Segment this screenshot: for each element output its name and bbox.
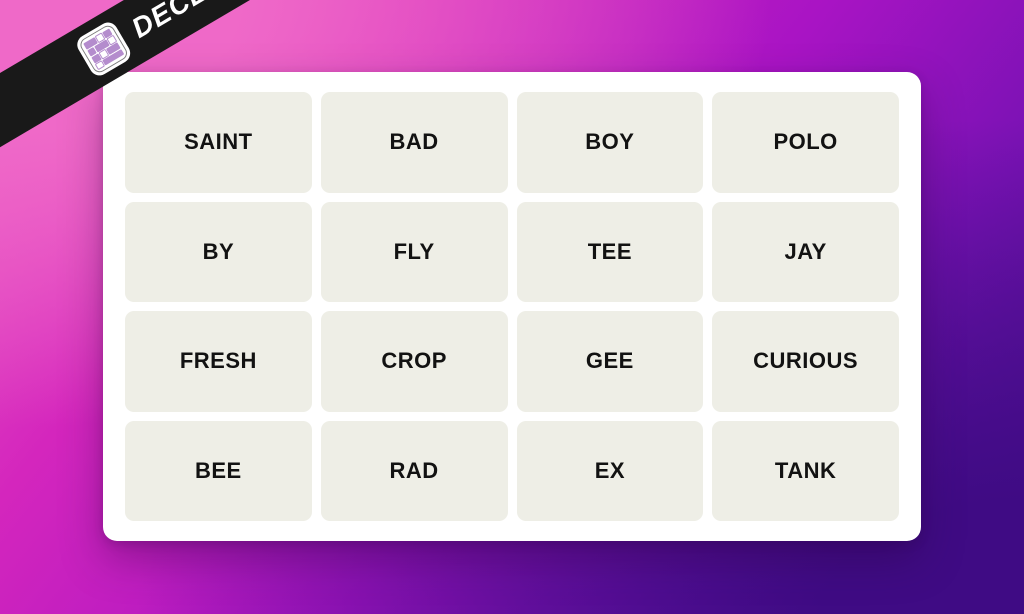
word-tile-label: GEE [585, 348, 634, 374]
puzzle-card: SAINT BAD BOY POLO BY FLY TEE JAY FRESH … [103, 72, 921, 541]
word-tile[interactable]: CROP [320, 311, 508, 412]
word-tile-label: FLY [393, 238, 435, 264]
word-tile[interactable]: TEE [516, 201, 704, 302]
word-tile-label: FRESH [179, 348, 257, 374]
word-tile-label: TANK [774, 457, 837, 483]
date-ribbon-label: DECEMBER 29 [126, 0, 325, 45]
word-tile-label: JAY [784, 238, 827, 264]
word-tile-label: BOY [585, 129, 635, 155]
word-tile-label: BEE [195, 457, 242, 483]
word-grid: SAINT BAD BOY POLO BY FLY TEE JAY FRESH … [125, 92, 899, 521]
word-tile[interactable]: EX [516, 420, 704, 521]
word-tile[interactable]: RAD [320, 420, 508, 521]
word-tile[interactable]: TANK [712, 420, 899, 521]
word-tile[interactable]: FRESH [125, 311, 312, 412]
word-tile-label: BAD [389, 129, 439, 155]
word-tile-label: TEE [587, 238, 633, 264]
word-tile-label: CROP [381, 348, 447, 374]
word-tile-label: BY [202, 238, 235, 264]
word-tile-label: EX [594, 457, 626, 483]
word-tile[interactable]: POLO [712, 92, 899, 193]
word-tile[interactable]: FLY [320, 201, 508, 302]
word-tile-label: SAINT [184, 129, 253, 155]
word-tile-label: CURIOUS [753, 348, 859, 374]
puzzle-page: SAINT BAD BOY POLO BY FLY TEE JAY FRESH … [0, 0, 1024, 614]
word-tile-label: POLO [773, 129, 838, 155]
word-tile[interactable]: JAY [712, 201, 899, 302]
word-tile[interactable]: GEE [516, 311, 704, 412]
word-tile[interactable]: CURIOUS [712, 311, 899, 412]
word-tile[interactable]: BAD [320, 92, 508, 193]
word-tile-label: RAD [389, 457, 439, 483]
word-tile[interactable]: BOY [516, 92, 704, 193]
word-tile[interactable]: BY [125, 201, 312, 302]
word-tile[interactable]: BEE [125, 420, 312, 521]
word-tile[interactable]: SAINT [125, 92, 312, 193]
connections-grid-icon [73, 19, 134, 80]
